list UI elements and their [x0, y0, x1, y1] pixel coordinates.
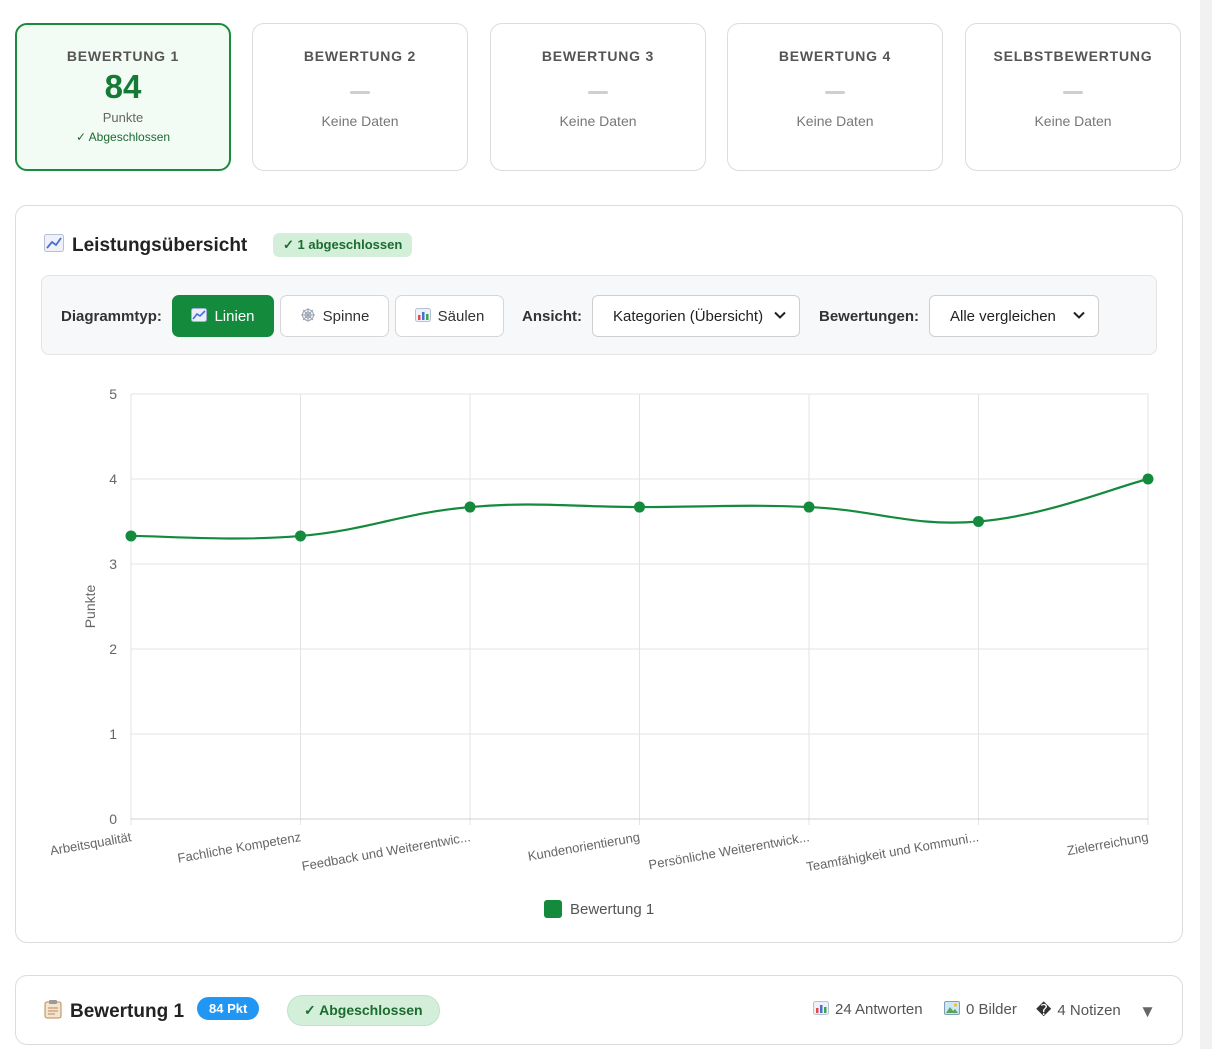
chart-type-radar-button[interactable]: Spinne — [280, 295, 389, 337]
empty-dash — [350, 91, 370, 94]
data-point — [1142, 473, 1154, 485]
legend-label: Bewertung 1 — [570, 900, 655, 918]
answers-count: 24 Antworten — [813, 1001, 923, 1018]
chart-type-label: Diagrammtyp: — [61, 308, 162, 325]
compare-label: Bewertungen: — [819, 308, 920, 325]
y-tick-label: 1 — [109, 726, 117, 742]
line-chart: 0 1 2 3 4 5 Punkte Arbeitsqualität Fachliche Kom… — [49, 386, 1154, 874]
y-axis-title: Punkte — [82, 584, 98, 628]
score-card-bewertung-3[interactable]: BEWERTUNG 3 Keine Daten — [490, 23, 706, 171]
view-select[interactable]: Kategorien (Übersicht) — [592, 295, 800, 337]
expand-triangle-icon[interactable]: ▼ — [1139, 1002, 1156, 1022]
performance-overview-panel: Leistungsübersicht ✓ 1 abgeschlossen Dia… — [15, 205, 1183, 943]
card-no-data: Keine Daten — [796, 113, 874, 129]
card-no-data: Keine Daten — [321, 113, 399, 129]
x-tick-label: Teamfähigkeit und Kommuni... — [805, 829, 980, 874]
card-no-data: Keine Daten — [559, 113, 637, 129]
unknown-glyph-icon: � — [1036, 1002, 1052, 1019]
x-tick-label: Kundenorientierung — [527, 829, 641, 863]
chart-controls: Diagrammtyp: Linien Spinne Säulen Ansich… — [41, 275, 1157, 355]
bar-chart-icon — [813, 1001, 829, 1018]
bar-chart-icon — [414, 307, 431, 325]
x-tick-label: Arbeitsqualität — [49, 829, 133, 858]
y-tick-label: 0 — [109, 811, 117, 827]
images-count: 0 Bilder — [944, 1001, 1017, 1018]
panel-title-text: Leistungsübersicht — [72, 234, 248, 256]
y-tick-label: 2 — [109, 641, 117, 657]
card-no-data: Keine Daten — [1034, 113, 1112, 129]
scrollbar-track[interactable] — [1200, 0, 1212, 1049]
card-title: BEWERTUNG 2 — [303, 48, 417, 64]
completed-count-badge: ✓ 1 abgeschlossen — [273, 233, 413, 257]
y-tick-label: 4 — [109, 471, 117, 487]
view-label: Ansicht: — [522, 308, 582, 325]
chevron-down-icon — [1073, 311, 1085, 319]
empty-dash — [825, 91, 845, 94]
x-tick-label: Fachliche Kompetenz — [176, 829, 302, 865]
card-title: SELBSTBEWERTUNG — [993, 48, 1153, 64]
chart-type-bar-button[interactable]: Säulen — [395, 295, 504, 337]
picture-icon — [944, 1001, 960, 1018]
data-point — [295, 530, 306, 542]
data-point — [973, 516, 984, 527]
data-point — [125, 530, 137, 542]
legend-swatch — [544, 900, 562, 918]
card-status: ✓ Abgeschlossen — [75, 130, 171, 144]
score-card-selbstbewertung[interactable]: SELBSTBEWERTUNG Keine Daten — [965, 23, 1181, 171]
chart-line-icon — [191, 307, 208, 325]
chart-type-line-button[interactable]: Linien — [172, 295, 274, 337]
empty-dash — [1063, 91, 1083, 94]
data-point — [803, 501, 815, 513]
score-card-bewertung-2[interactable]: BEWERTUNG 2 Keine Daten — [252, 23, 468, 171]
empty-dash — [588, 91, 608, 94]
clipboard-icon — [44, 999, 62, 1024]
chart-area: 0 1 2 3 4 5 Punkte Arbeitsqualität Fachliche Kom… — [16, 366, 1182, 891]
card-title: BEWERTUNG 1 — [66, 48, 180, 64]
score-card-bewertung-1[interactable]: BEWERTUNG 1 84 Punkte ✓ Abgeschlossen — [15, 23, 231, 171]
panel-title: Leistungsübersicht — [44, 234, 247, 257]
y-tick-label: 5 — [109, 386, 117, 402]
spider-web-icon — [300, 307, 316, 326]
x-tick-label: Feedback und Weiterentwic... — [300, 829, 471, 873]
x-tick-label: Zielerreichung — [1066, 829, 1150, 858]
entry-title: Bewertung 1 — [44, 999, 184, 1024]
entry-title-text: Bewertung 1 — [70, 1000, 185, 1022]
card-title: BEWERTUNG 4 — [778, 48, 892, 64]
score-card-bewertung-4[interactable]: BEWERTUNG 4 Keine Daten — [727, 23, 943, 171]
card-title: BEWERTUNG 3 — [541, 48, 655, 64]
status-badge: ✓ Abgeschlossen — [287, 995, 440, 1026]
chart-legend[interactable]: Bewertung 1 — [544, 900, 654, 918]
notes-count: � 4 Notizen — [1036, 1001, 1121, 1020]
y-tick-label: 3 — [109, 556, 117, 572]
chart-line-icon — [44, 234, 64, 257]
data-point — [464, 501, 476, 513]
compare-select[interactable]: Alle vergleichen — [929, 295, 1099, 337]
chevron-down-icon — [774, 311, 786, 319]
card-unit: Punkte — [102, 110, 144, 125]
data-point — [634, 501, 645, 513]
points-badge: 84 Pkt — [197, 997, 260, 1020]
evaluation-entry-header[interactable]: Bewertung 1 84 Pkt ✓ Abgeschlossen 24 An… — [15, 975, 1183, 1045]
card-score: 84 — [104, 68, 142, 105]
x-tick-label: Persönliche Weiterentwick... — [647, 829, 810, 872]
